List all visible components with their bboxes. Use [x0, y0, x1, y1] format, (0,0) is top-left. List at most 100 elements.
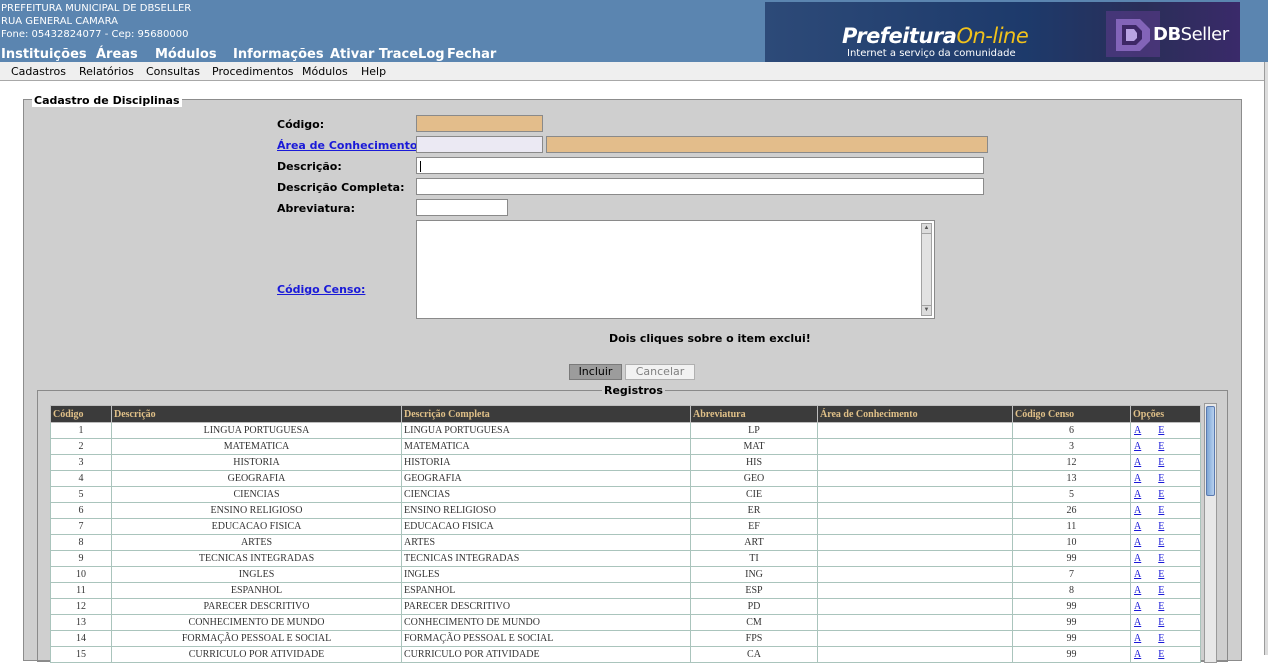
- nav-ativar-tracelog[interactable]: Ativar TraceLog: [330, 47, 445, 62]
- excluir-link[interactable]: E: [1158, 633, 1164, 644]
- cell-codigo: 10: [50, 566, 112, 583]
- table-row[interactable]: 5 CIENCIAS CIENCIAS CIE 5 A E: [50, 486, 1201, 503]
- alterar-link[interactable]: A: [1134, 585, 1141, 596]
- cell-codigo-censo: 3: [1012, 438, 1131, 455]
- logo-tagline: Internet a serviço da comunidade: [847, 48, 1016, 59]
- col-area-conhecimento[interactable]: Área de Conhecimento: [817, 405, 1013, 423]
- alterar-link[interactable]: A: [1134, 425, 1141, 436]
- scroll-up-icon[interactable]: ▲: [922, 224, 931, 234]
- table-row[interactable]: 1 LINGUA PORTUGUESA LINGUA PORTUGUESA LP 6 A E: [50, 422, 1201, 439]
- cell-area-conhecimento: [817, 614, 1013, 631]
- col-descricao[interactable]: Descrição: [111, 405, 402, 423]
- cancelar-button[interactable]: Cancelar: [625, 364, 695, 380]
- descricao-label: Descrição:: [277, 160, 342, 173]
- cell-codigo: 7: [50, 518, 112, 535]
- cell-descricao: CIENCIAS: [111, 486, 402, 503]
- abreviatura-input[interactable]: [416, 199, 508, 216]
- table-row[interactable]: 3 HISTORIA HISTORIA HIS 12 A E: [50, 454, 1201, 471]
- page-scrollbar[interactable]: [1264, 62, 1268, 655]
- alterar-link[interactable]: A: [1134, 505, 1141, 516]
- col-codigo[interactable]: Código: [50, 405, 112, 423]
- alterar-link[interactable]: A: [1134, 553, 1141, 564]
- menu-relatorios[interactable]: Relatórios: [79, 65, 134, 78]
- menu-cadastros[interactable]: Cadastros: [11, 65, 66, 78]
- cell-area-conhecimento: [817, 486, 1013, 503]
- menu-procedimentos[interactable]: Procedimentos: [212, 65, 294, 78]
- nav-fechar[interactable]: Fechar: [447, 47, 496, 62]
- nav-informacoes[interactable]: Informações: [233, 47, 324, 62]
- cell-abreviatura: TI: [690, 550, 818, 567]
- table-row[interactable]: 7 EDUCACAO FISICA EDUCACAO FISICA EF 11 A E: [50, 518, 1201, 535]
- cell-codigo-censo: 10: [1012, 534, 1131, 551]
- excluir-link[interactable]: E: [1158, 617, 1164, 628]
- menu-consultas[interactable]: Consultas: [146, 65, 200, 78]
- table-row[interactable]: 12 PARECER DESCRITIVO PARECER DESCRITIVO PD…: [50, 598, 1201, 615]
- excluir-link[interactable]: E: [1158, 473, 1164, 484]
- excluir-link[interactable]: E: [1158, 537, 1164, 548]
- table-row[interactable]: 14 FORMAÇÃO PESSOAL E SOCIAL FORMAÇÃO PESS…: [50, 630, 1201, 647]
- cell-codigo: 11: [50, 582, 112, 599]
- codigo-censo-link[interactable]: Código Censo:: [277, 283, 365, 296]
- area-conhecimento-link[interactable]: Área de Conhecimento:: [277, 139, 422, 152]
- alterar-link[interactable]: A: [1134, 473, 1141, 484]
- alterar-link[interactable]: A: [1134, 489, 1141, 500]
- excluir-link[interactable]: E: [1158, 585, 1164, 596]
- cell-area-conhecimento: [817, 566, 1013, 583]
- descricao-completa-input[interactable]: [416, 178, 984, 195]
- excluir-link[interactable]: E: [1158, 521, 1164, 532]
- scroll-thumb[interactable]: [1206, 406, 1215, 496]
- area-codigo-input[interactable]: [416, 136, 543, 153]
- excluir-link[interactable]: E: [1158, 441, 1164, 452]
- cell-descricao: LINGUA PORTUGUESA: [111, 422, 402, 439]
- cell-codigo: 3: [50, 454, 112, 471]
- cell-codigo: 5: [50, 486, 112, 503]
- incluir-button[interactable]: Incluir: [569, 364, 622, 380]
- header-bar: PREFEITURA MUNICIPAL DE DBSELLER RUA GEN…: [0, 0, 1268, 62]
- alterar-link[interactable]: A: [1134, 601, 1141, 612]
- table-row[interactable]: 10 INGLES INGLES ING 7 A E: [50, 566, 1201, 583]
- table-row[interactable]: 11 ESPANHOL ESPANHOL ESP 8 A E: [50, 582, 1201, 599]
- cell-area-conhecimento: [817, 422, 1013, 439]
- codigo-censo-scrollbar[interactable]: ▲ ▼: [921, 223, 932, 316]
- descricao-input[interactable]: [416, 157, 984, 174]
- cell-area-conhecimento: [817, 518, 1013, 535]
- nav-modulos[interactable]: Módulos: [155, 47, 217, 62]
- excluir-link[interactable]: E: [1158, 553, 1164, 564]
- alterar-link[interactable]: A: [1134, 617, 1141, 628]
- col-codigo-censo[interactable]: Código Censo: [1012, 405, 1131, 423]
- registros-scrollbar[interactable]: [1204, 403, 1217, 663]
- cell-area-conhecimento: [817, 630, 1013, 647]
- nav-areas[interactable]: Áreas: [96, 47, 138, 62]
- excluir-link[interactable]: E: [1158, 601, 1164, 612]
- alterar-link[interactable]: A: [1134, 569, 1141, 580]
- menu-modulos[interactable]: Módulos: [302, 65, 348, 78]
- table-row[interactable]: 13 CONHECIMENTO DE MUNDO CONHECIMENTO DE M…: [50, 614, 1201, 631]
- table-row[interactable]: 2 MATEMATICA MATEMATICA MAT 3 A E: [50, 438, 1201, 455]
- cell-descricao: FORMAÇÃO PESSOAL E SOCIAL: [111, 630, 402, 647]
- excluir-link[interactable]: E: [1158, 569, 1164, 580]
- excluir-link[interactable]: E: [1158, 489, 1164, 500]
- excluir-link[interactable]: E: [1158, 425, 1164, 436]
- scroll-down-icon[interactable]: ▼: [922, 305, 931, 315]
- menu-help[interactable]: Help: [361, 65, 386, 78]
- alterar-link[interactable]: A: [1134, 441, 1141, 452]
- alterar-link[interactable]: A: [1134, 537, 1141, 548]
- cell-opcoes: AE: [1130, 486, 1201, 503]
- table-row[interactable]: 4 GEOGRAFIA GEOGRAFIA GEO 13 A E: [50, 470, 1201, 487]
- nav-instituicoes[interactable]: Instituições: [1, 47, 87, 62]
- excluir-link[interactable]: E: [1158, 505, 1164, 516]
- table-row[interactable]: 9 TECNICAS INTEGRADAS TECNICAS INTEGRADAS T…: [50, 550, 1201, 567]
- alterar-link[interactable]: A: [1134, 633, 1141, 644]
- cell-codigo-censo: 99: [1012, 630, 1131, 647]
- cell-abreviatura: MAT: [690, 438, 818, 455]
- table-header-row: Código Descrição Descrição Completa Abre…: [50, 405, 1201, 423]
- col-abreviatura[interactable]: Abreviatura: [690, 405, 818, 423]
- codigo-censo-list[interactable]: ▲ ▼: [416, 220, 935, 319]
- alterar-link[interactable]: A: [1134, 521, 1141, 532]
- excluir-link[interactable]: E: [1158, 457, 1164, 468]
- col-descricao-completa[interactable]: Descrição Completa: [401, 405, 691, 423]
- cell-abreviatura: CIE: [690, 486, 818, 503]
- alterar-link[interactable]: A: [1134, 457, 1141, 468]
- table-row[interactable]: 6 ENSINO RELIGIOSO ENSINO RELIGIOSO ER 26 A E: [50, 502, 1201, 519]
- table-row[interactable]: 8 ARTES ARTES ART 10 A E: [50, 534, 1201, 551]
